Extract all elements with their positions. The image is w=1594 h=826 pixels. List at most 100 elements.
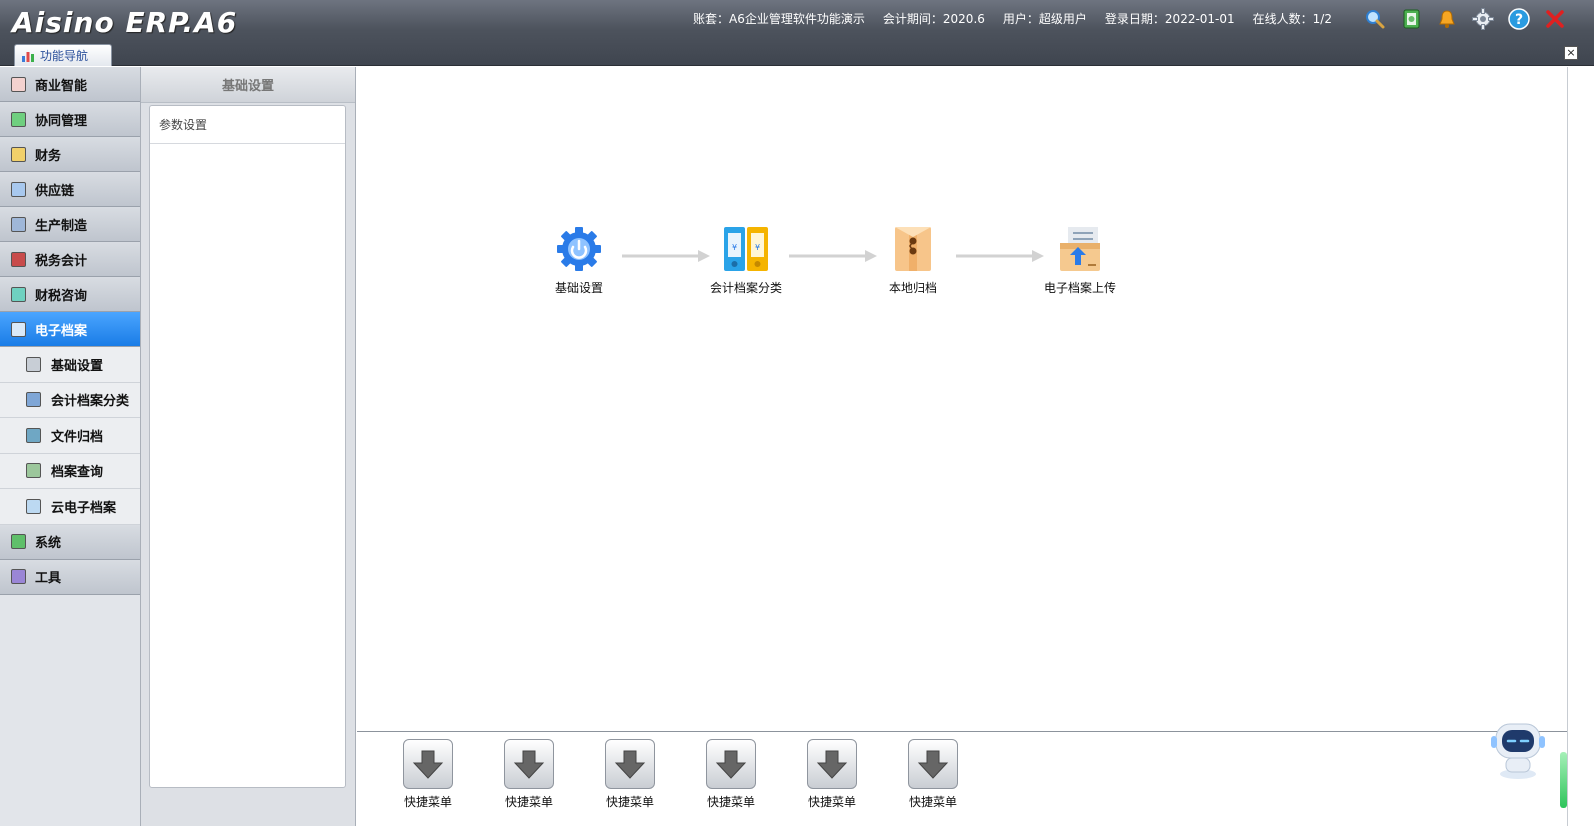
- chart-icon: [22, 51, 34, 62]
- submenu-label: 文件归档: [51, 429, 104, 445]
- menu-item-finance[interactable]: 财务: [0, 137, 140, 172]
- online-count-info: 在线人数：1/2: [1252, 12, 1332, 26]
- down-arrow-icon: [504, 739, 554, 789]
- tab-row: 功能导航 ×: [0, 42, 1594, 66]
- submenu-item-cloud-archive[interactable]: 云电子档案: [0, 489, 140, 525]
- svg-text:¥: ¥: [755, 243, 760, 252]
- bi-icon: [11, 76, 26, 92]
- scroll-indicator[interactable]: [1560, 752, 1567, 808]
- menu-label: 协同管理: [35, 113, 88, 129]
- top-toolbar: ?: [1362, 6, 1568, 32]
- flow-node-label: 会计档案分类: [709, 281, 782, 295]
- submenu-item-archive-query[interactable]: 档案查询: [0, 453, 140, 489]
- down-arrow-icon: [706, 739, 756, 789]
- menu-item-tools[interactable]: 工具: [0, 559, 140, 595]
- shortcut-item[interactable]: 快捷菜单: [797, 739, 867, 810]
- menu-item-supply-chain[interactable]: 供应链: [0, 172, 140, 207]
- tools-icon: [11, 569, 26, 584]
- manufacturing-icon: [11, 216, 26, 232]
- binders-icon: ¥ ¥: [724, 227, 768, 271]
- upload-box-icon: [1060, 227, 1100, 271]
- flow-node-label: 本地归档: [888, 281, 937, 295]
- shortcut-item[interactable]: 快捷菜单: [494, 739, 564, 810]
- gear-icon: [557, 227, 601, 271]
- finance-icon: [11, 146, 26, 162]
- shortcut-item[interactable]: 快捷菜单: [393, 739, 463, 810]
- menu-item-manufacturing[interactable]: 生产制造: [0, 207, 140, 242]
- menu-label: 生产制造: [35, 218, 88, 234]
- menu-item-system[interactable]: 系统: [0, 524, 140, 560]
- settings-gear-icon[interactable]: [1470, 6, 1496, 32]
- shortcut-item[interactable]: 快捷菜单: [898, 739, 968, 810]
- flow-node-local-archive[interactable]: 本地归档: [863, 225, 963, 296]
- login-date-info: 登录日期：2022-01-01: [1104, 12, 1235, 26]
- close-app-icon[interactable]: [1542, 6, 1568, 32]
- menu-label: 财税咨询: [35, 288, 88, 304]
- flow-node-e-archive-upload[interactable]: 电子档案上传: [1030, 225, 1130, 296]
- help-icon[interactable]: ?: [1506, 6, 1532, 32]
- submenu-item-basic-settings[interactable]: 基础设置: [0, 347, 140, 383]
- sub-panel-list: 参数设置: [149, 105, 346, 788]
- svg-text:?: ?: [1515, 12, 1523, 28]
- menu-label: 商业智能: [35, 78, 88, 94]
- list-item-param-settings[interactable]: 参数设置: [150, 106, 345, 144]
- menu-label: 税务会计: [35, 253, 88, 269]
- submenu-item-file-archive[interactable]: 文件归档: [0, 418, 140, 454]
- menu-item-tax[interactable]: 税务会计: [0, 242, 140, 277]
- user-info: 用户：超级用户: [1002, 12, 1087, 26]
- close-tab-icon[interactable]: ×: [1564, 46, 1578, 60]
- menu-label: 电子档案: [35, 323, 88, 339]
- menu-item-bi[interactable]: 商业智能: [0, 67, 140, 102]
- flow-node-basic-settings[interactable]: 基础设置: [529, 225, 629, 296]
- basic-settings-icon: [26, 356, 41, 372]
- submenu-label: 会计档案分类: [51, 394, 130, 410]
- menu-label: 系统: [35, 536, 62, 551]
- shortcut-label: 快捷菜单: [706, 795, 755, 809]
- submenu-label: 档案查询: [51, 465, 104, 481]
- shortcut-label: 快捷菜单: [504, 795, 553, 809]
- svg-text:¥: ¥: [732, 243, 737, 252]
- submenu-item-archive-category[interactable]: 会计档案分类: [0, 382, 140, 418]
- right-scrollbar[interactable]: [1567, 67, 1594, 826]
- bell-icon[interactable]: [1434, 6, 1460, 32]
- down-arrow-icon: [403, 739, 453, 789]
- shortcut-label: 快捷菜单: [807, 795, 856, 809]
- status-info-bar: 账套：A6企业管理软件功能演示 会计期间：2020.6 用户：超级用户 登录日期…: [693, 10, 1332, 27]
- title-bar: Aisino ERP.A6 账套：A6企业管理软件功能演示 会计期间：2020.…: [0, 0, 1594, 66]
- supply-chain-icon: [11, 181, 26, 197]
- system-icon: [11, 534, 26, 549]
- submenu-label: 云电子档案: [51, 500, 117, 516]
- archive-query-icon: [26, 463, 41, 479]
- menu-item-consult[interactable]: 财税咨询: [0, 277, 140, 312]
- tab-label: 功能导航: [40, 49, 89, 63]
- search-icon[interactable]: [1362, 6, 1388, 32]
- flow-node-archive-category[interactable]: ¥ ¥ 会计档案分类: [696, 225, 796, 296]
- sub-panel-title: 基础设置: [141, 67, 355, 103]
- file-archive-icon: [26, 427, 41, 443]
- menu-label: 工具: [35, 571, 62, 586]
- menu-item-collab[interactable]: 协同管理: [0, 102, 140, 137]
- shortcut-item[interactable]: 快捷菜单: [696, 739, 766, 810]
- notebook-icon[interactable]: [1398, 6, 1424, 32]
- shortcut-bar: 快捷菜单 快捷菜单 快捷菜单 快捷菜单 快捷菜单 快捷菜单: [357, 731, 1567, 826]
- menu-item-e-archive[interactable]: 电子档案: [0, 312, 140, 347]
- submenu-label: 基础设置: [51, 358, 104, 374]
- menu-label: 供应链: [35, 183, 75, 199]
- shortcut-label: 快捷菜单: [908, 795, 957, 809]
- workflow-canvas: 基础设置 ¥ ¥ 会计档案分类 本地归档 电子档案上传: [357, 67, 1567, 731]
- e-archive-icon: [11, 321, 26, 337]
- menu-label: 财务: [35, 148, 62, 164]
- shortcut-item[interactable]: 快捷菜单: [595, 739, 665, 810]
- robot-assistant-icon[interactable]: [1488, 718, 1548, 780]
- flow-node-label: 基础设置: [554, 281, 603, 295]
- tax-icon: [11, 251, 26, 267]
- archive-category-icon: [26, 392, 41, 408]
- shortcut-label: 快捷菜单: [605, 795, 654, 809]
- down-arrow-icon: [605, 739, 655, 789]
- app-logo: Aisino ERP.A6: [12, 6, 238, 39]
- cloud-archive-icon: [26, 498, 41, 514]
- account-info: 账套：A6企业管理软件功能演示: [693, 12, 865, 26]
- envelope-icon: [895, 227, 931, 271]
- period-info: 会计期间：2020.6: [882, 12, 985, 26]
- tab-function-nav[interactable]: 功能导航: [14, 44, 112, 66]
